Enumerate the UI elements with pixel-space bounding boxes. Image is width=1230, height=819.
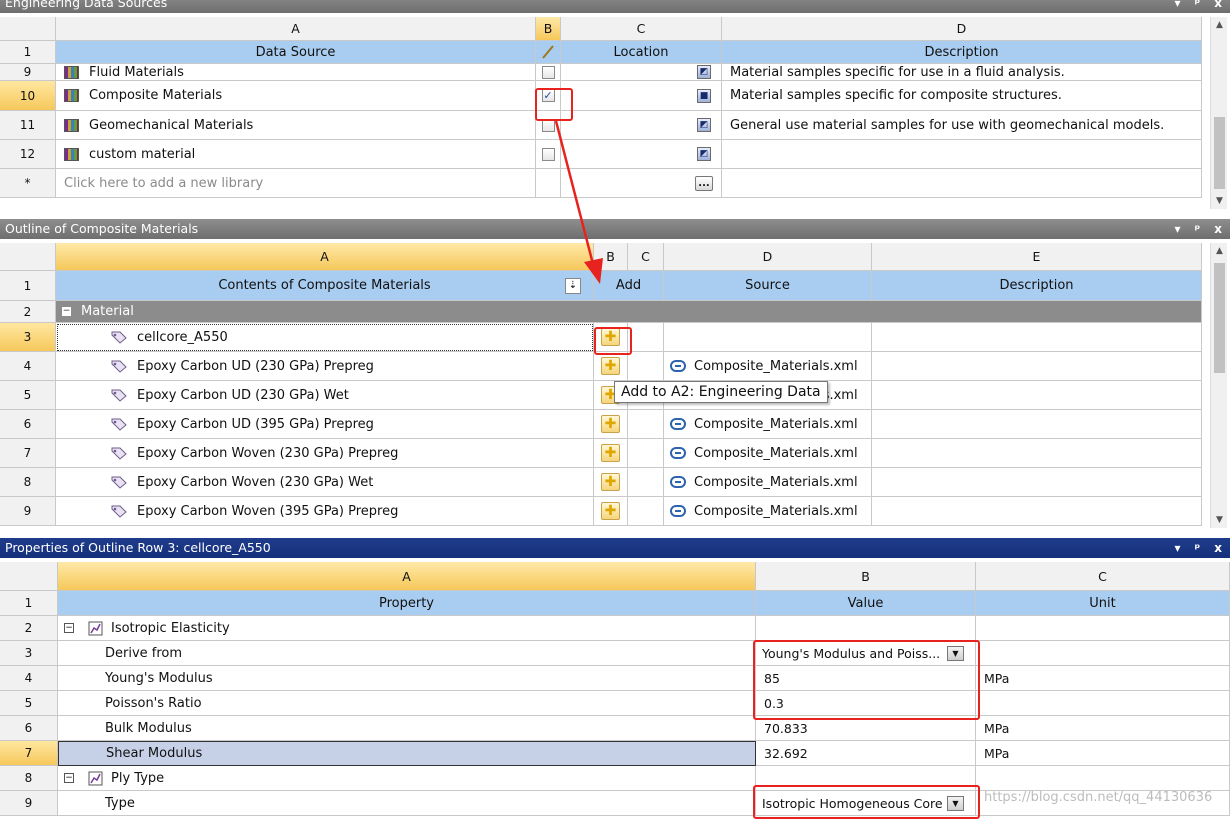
annotation-arrow [554, 120, 603, 284]
watermark: https://blog.csdn.net/qq_44130636 [984, 790, 1213, 805]
add-tooltip: Add to A2: Engineering Data [614, 381, 828, 403]
